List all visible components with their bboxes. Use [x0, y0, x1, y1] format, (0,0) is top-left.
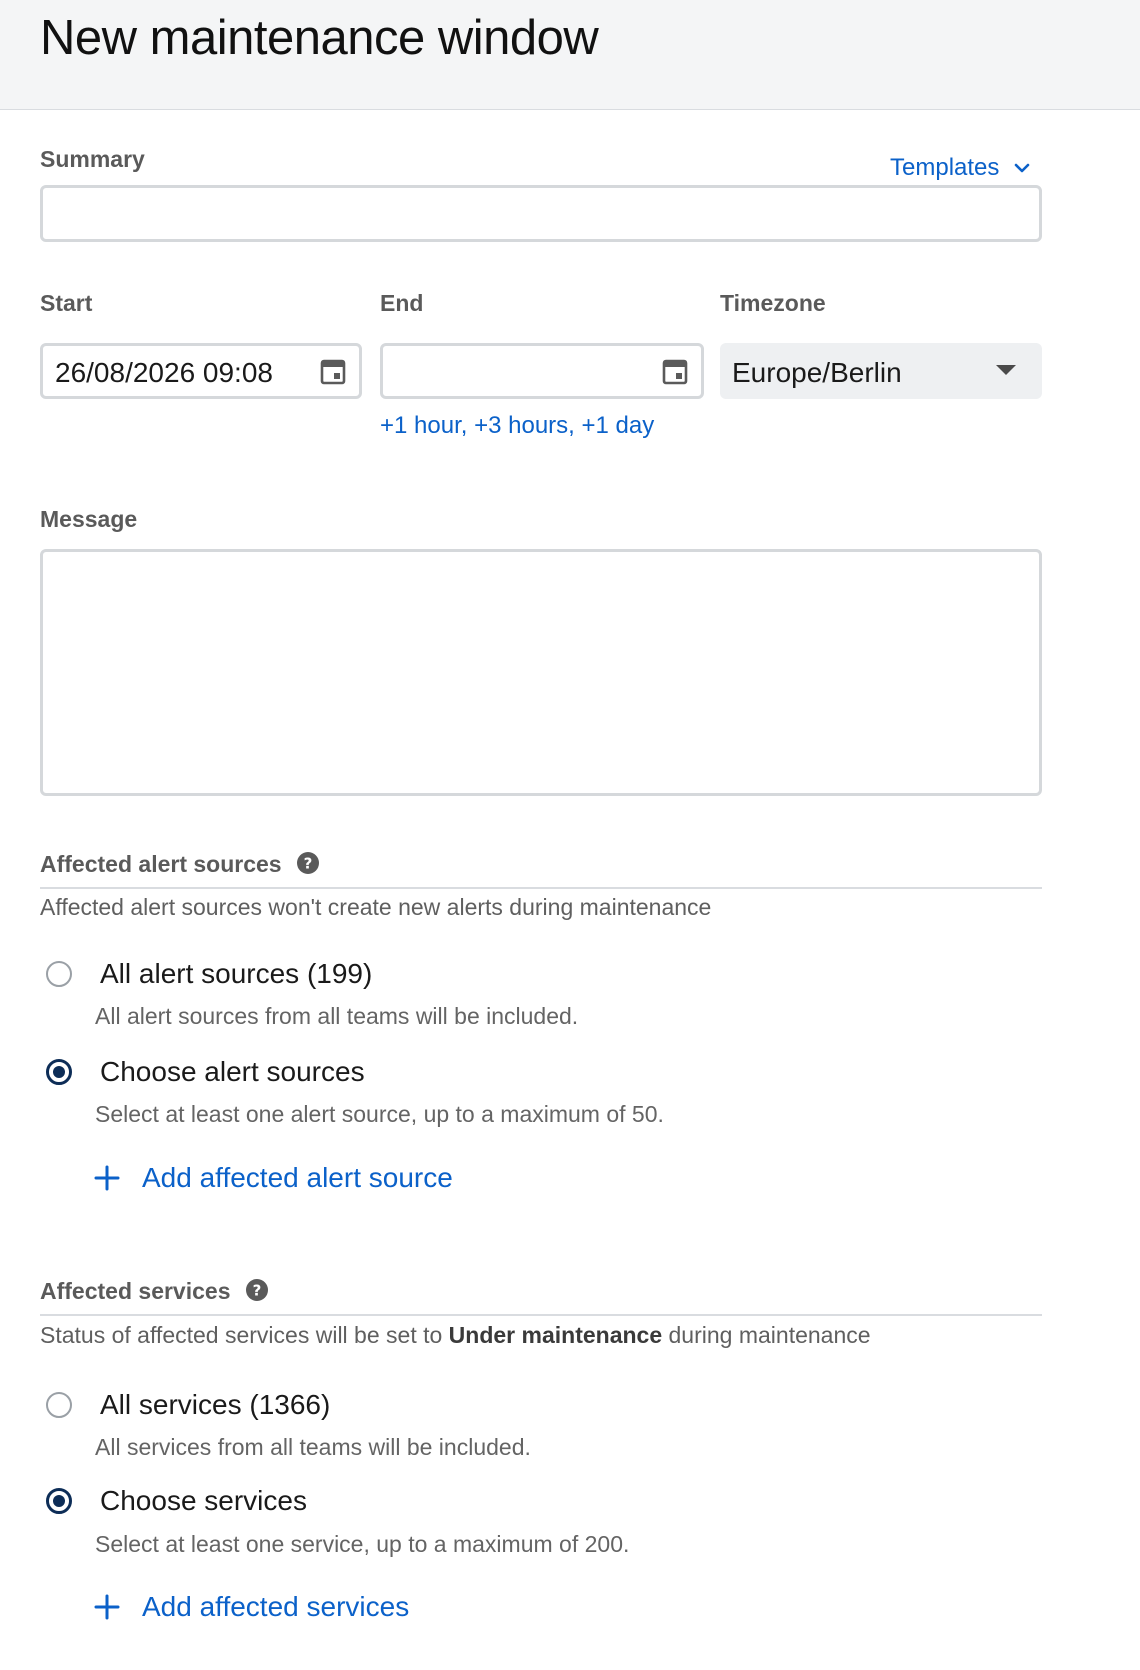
message-textarea[interactable] [40, 549, 1042, 796]
radio-button[interactable] [46, 961, 72, 987]
help-icon[interactable]: ? [245, 1278, 269, 1302]
timezone-label: Timezone [720, 290, 826, 316]
radio-all-alert-sources[interactable]: All alert sources (199) [46, 958, 372, 990]
services-title: Affected services [40, 1278, 231, 1304]
calendar-icon[interactable] [661, 356, 689, 386]
services-section-header: Affected services ? [40, 1276, 1042, 1316]
chevron-down-icon [1015, 163, 1030, 173]
radio-button[interactable] [46, 1392, 72, 1418]
plus-1-hour-link[interactable]: +1 hour, [380, 412, 467, 440]
start-label: Start [40, 290, 93, 316]
summary-input[interactable] [40, 185, 1042, 242]
alert-sources-section-header: Affected alert sources ? [40, 849, 1042, 889]
radio-description: Select at least one alert source, up to … [95, 1101, 664, 1127]
services-description-bold: Under maintenance [448, 1322, 663, 1348]
plus-icon [94, 1165, 120, 1191]
add-services-button[interactable]: Add affected services [94, 1591, 409, 1623]
calendar-icon[interactable] [319, 356, 347, 386]
radio-description: All alert sources from all teams will be… [95, 1003, 579, 1029]
alert-sources-title: Affected alert sources [40, 851, 282, 877]
radio-label: All alert sources (199) [100, 958, 373, 989]
timezone-value: Europe/Berlin [732, 357, 902, 388]
add-alert-source-button[interactable]: Add affected alert source [94, 1162, 453, 1194]
radio-description: Select at least one service, up to a max… [95, 1531, 630, 1557]
templates-dropdown[interactable]: Templates [890, 154, 1031, 182]
start-value: 26/08/2026 09:08 [55, 357, 273, 388]
radio-label: Choose services [100, 1485, 307, 1516]
add-services-label: Add affected services [142, 1591, 410, 1622]
templates-label: Templates [890, 154, 1000, 181]
plus-3-hours-link[interactable]: +3 hours, [467, 412, 575, 440]
add-alert-source-label: Add affected alert source [142, 1162, 453, 1193]
plus-icon [94, 1594, 120, 1620]
radio-label: All services (1366) [100, 1389, 331, 1420]
end-quick-links: +1 hour, +3 hours, +1 day [380, 412, 654, 440]
radio-label: Choose alert sources [100, 1056, 365, 1087]
radio-choose-alert-sources[interactable]: Choose alert sources [46, 1056, 365, 1088]
radio-choose-services[interactable]: Choose services [46, 1485, 307, 1517]
radio-all-services[interactable]: All services (1366) [46, 1389, 330, 1421]
radio-button-checked[interactable] [46, 1059, 72, 1085]
page-title: New maintenance window [40, 11, 599, 65]
help-icon[interactable]: ? [296, 851, 320, 875]
page-header: New maintenance window [0, 0, 1140, 110]
message-label: Message [40, 506, 138, 532]
services-description-text-end: during maintenance [662, 1322, 871, 1348]
end-datetime-input[interactable] [380, 343, 704, 399]
services-description: Status of affected services will be set … [40, 1320, 871, 1350]
start-datetime-input[interactable]: 26/08/2026 09:08 [40, 343, 362, 399]
caret-down-icon [996, 365, 1016, 375]
services-description-text: Status of affected services will be set … [40, 1322, 449, 1348]
timezone-select[interactable]: Europe/Berlin [720, 343, 1042, 399]
alert-sources-description: Affected alert sources won't create new … [40, 894, 712, 920]
svg-text:?: ? [303, 855, 312, 873]
svg-text:?: ? [252, 1282, 261, 1300]
end-label: End [380, 290, 424, 316]
summary-label: Summary [40, 146, 145, 172]
plus-1-day-link[interactable]: +1 day [575, 412, 654, 440]
radio-description: All services from all teams will be incl… [95, 1434, 531, 1460]
radio-button-checked[interactable] [46, 1488, 72, 1514]
